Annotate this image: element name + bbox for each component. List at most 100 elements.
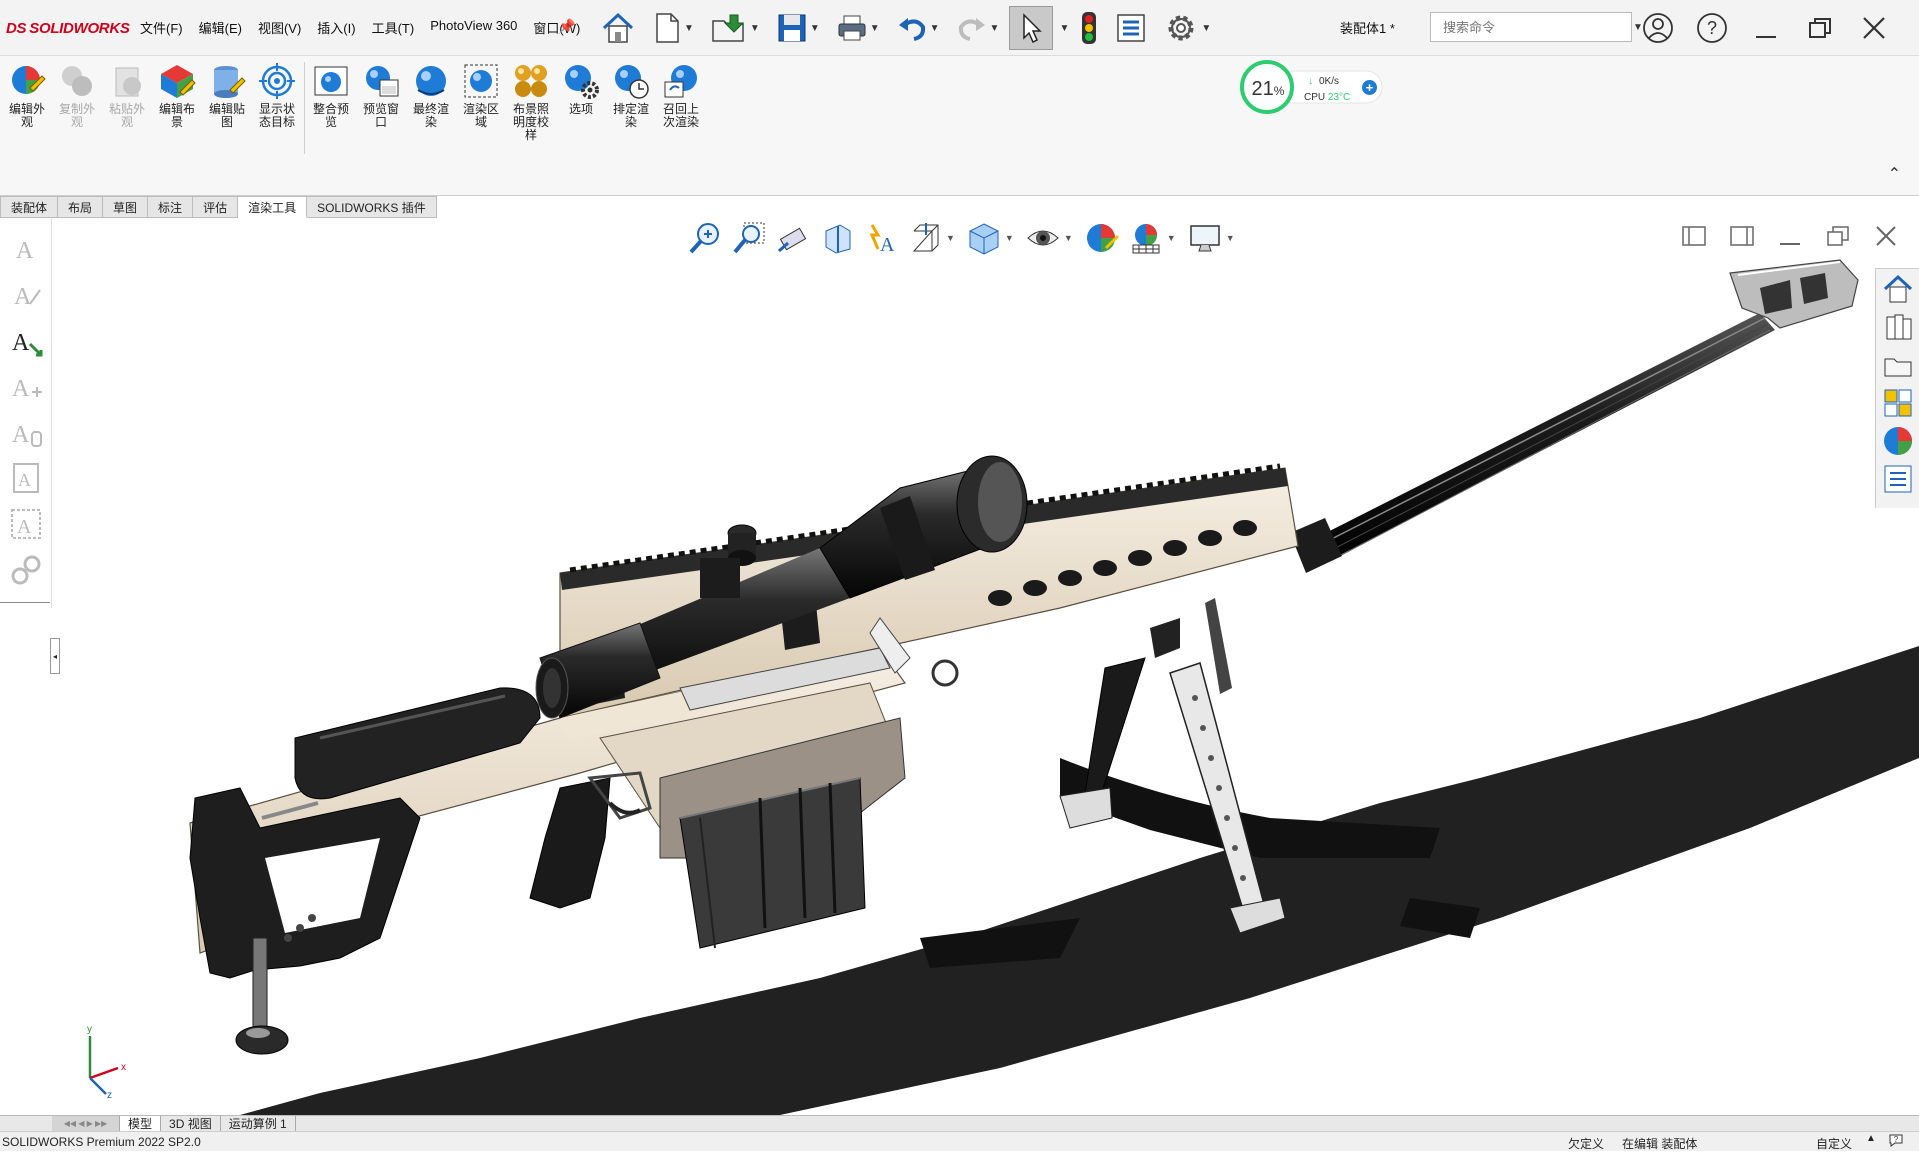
search-input[interactable] (1443, 19, 1619, 35)
zoom-to-fit-button[interactable] (686, 219, 724, 257)
view-orientation-caret-icon[interactable]: ▼ (946, 233, 955, 243)
final-render-button[interactable]: 最终渲染 (408, 62, 454, 129)
cpu-monitor-widget[interactable]: 21% ↓ 0K/s CPU 23°C + (1238, 58, 1388, 116)
integrated-preview-button[interactable]: 整合预览 (308, 62, 354, 129)
tab-evaluate[interactable]: 评估 (193, 196, 239, 218)
hide-show-items-button[interactable] (1024, 219, 1062, 257)
help-button[interactable]: ? (1692, 8, 1732, 48)
schedule-render-button[interactable]: 排定渲染 (608, 62, 654, 129)
minimize-button[interactable] (1746, 8, 1786, 48)
tab-annotation[interactable]: 标注 (148, 196, 194, 218)
tab-motion-study[interactable]: 运动算例 1 (221, 1115, 296, 1132)
task-pane-file-explorer[interactable] (1880, 347, 1916, 383)
display-state-target-button[interactable]: 显示状态目标 (254, 62, 300, 129)
viewport-minimize-icon[interactable] (1777, 224, 1803, 248)
cpu-percent: 21% (1248, 78, 1288, 101)
menu-file[interactable]: 文件(F) (140, 18, 183, 37)
recall-render-button[interactable]: 召回上次渲染 (658, 62, 704, 129)
undo-button[interactable]: ▼ (890, 6, 946, 50)
solidworks-logo[interactable]: DS SOLIDWORKS (6, 16, 130, 40)
render-region-button[interactable]: 渲染区域 (458, 62, 504, 129)
rebuild-button[interactable] (1073, 6, 1105, 50)
tab-assembly[interactable]: 装配体 (0, 196, 59, 218)
command-search[interactable]: ▼ (1430, 12, 1643, 42)
zoom-to-area-button[interactable] (730, 219, 768, 257)
hide-show-caret-icon[interactable]: ▼ (1064, 233, 1073, 243)
tab-layout[interactable]: 布局 (58, 196, 104, 218)
edit-appearance-button[interactable]: 编辑外观 (4, 62, 50, 129)
open-button[interactable]: ▼ (704, 6, 766, 50)
view-settings-caret-icon[interactable]: ▼ (1226, 233, 1235, 243)
menu-insert[interactable]: 插入(I) (317, 18, 355, 37)
view-settings-button[interactable] (1186, 219, 1224, 257)
graphics-area[interactable]: ​ (0, 218, 1919, 1115)
unit-caret-icon[interactable]: ▲ (1866, 1133, 1876, 1144)
options-gear-button[interactable]: ▼ (1157, 6, 1217, 50)
pin-icon[interactable]: 📌 (558, 18, 575, 35)
select-caret-icon[interactable]: ▼ (1059, 23, 1069, 34)
redo-button[interactable]: ▼ (950, 6, 1006, 50)
annotation-a-icon-5[interactable]: A (8, 414, 44, 450)
annotation-a-icon-7[interactable]: A (8, 506, 44, 542)
save-button[interactable]: ▼ (770, 6, 826, 50)
ribbon-label: 预览窗口 (362, 102, 399, 129)
viewport-right-panel-icon[interactable] (1729, 224, 1755, 248)
link-icon[interactable] (8, 552, 44, 588)
tab-3d-views[interactable]: 3D 视图 (161, 1115, 221, 1132)
scene-illumination-button[interactable]: 布景照明度校样 (508, 62, 554, 142)
menu-view[interactable]: 视图(V) (258, 18, 301, 37)
render-options-button[interactable]: 选项 (558, 62, 604, 116)
section-view-button[interactable] (818, 219, 856, 257)
apply-scene-button[interactable] (1127, 219, 1165, 257)
paste-appearance-button[interactable]: 粘贴外观 (104, 62, 150, 129)
display-style-button[interactable] (965, 219, 1003, 257)
svg-text:A: A (880, 234, 895, 255)
account-button[interactable] (1638, 8, 1678, 48)
annotation-a-icon-6[interactable]: A (8, 460, 44, 496)
previous-view-button[interactable] (774, 219, 812, 257)
barrel (1290, 313, 1775, 573)
display-style-caret-icon[interactable]: ▼ (1005, 233, 1014, 243)
unit-system[interactable]: 自定义 (1816, 1135, 1852, 1152)
select-button[interactable] (1009, 6, 1054, 50)
tab-sketch[interactable]: 草图 (103, 196, 149, 218)
plus-icon[interactable]: + (1362, 80, 1377, 95)
rifle-model[interactable]: ​ (0, 218, 1919, 1115)
restore-button[interactable] (1800, 8, 1840, 48)
tab-model[interactable]: 模型 (120, 1115, 162, 1132)
view-orientation-button[interactable] (906, 219, 944, 257)
task-pane-design-library[interactable] (1880, 309, 1916, 345)
new-document-button[interactable]: ▼ (646, 6, 700, 50)
edit-decal-button[interactable]: 编辑贴图 (204, 62, 250, 129)
task-pane-custom-properties[interactable] (1880, 461, 1916, 497)
tab-nav-arrows[interactable]: ◀◀ ◀ ▶ ▶▶ (52, 1115, 120, 1132)
annotation-a-icon-4[interactable]: A (8, 368, 44, 404)
menu-tools[interactable]: 工具(T) (372, 18, 415, 37)
tab-solidworks-addins[interactable]: SOLIDWORKS 插件 (307, 196, 437, 218)
viewport-restore-icon[interactable] (1825, 224, 1851, 248)
annotation-a-icon-2[interactable]: A (8, 276, 44, 312)
panel-toggle-icon[interactable]: ◂ (50, 638, 60, 674)
home-button[interactable] (594, 6, 642, 50)
viewport-close-icon[interactable] (1873, 224, 1899, 248)
task-pane-appearances[interactable] (1880, 423, 1916, 459)
collapse-ribbon-icon[interactable]: ⌃ (1888, 164, 1901, 184)
menu-edit[interactable]: 编辑(E) (199, 18, 242, 37)
edit-scene-button[interactable]: 编辑布景 (154, 62, 200, 129)
dynamic-annotation-button[interactable]: A (862, 219, 900, 257)
copy-appearance-button[interactable]: 复制外观 (54, 62, 100, 129)
close-button[interactable] (1854, 8, 1894, 48)
task-pane-home[interactable] (1880, 271, 1916, 307)
annotation-a-icon-1[interactable]: A (8, 230, 44, 266)
preview-window-button[interactable]: 预览窗口 (358, 62, 404, 129)
task-pane-view-palette[interactable] (1880, 385, 1916, 421)
annotation-a-icon-3[interactable]: A (8, 322, 44, 358)
apply-scene-caret-icon[interactable]: ▼ (1167, 233, 1176, 243)
edit-appearance-hud-button[interactable] (1083, 219, 1121, 257)
print-button[interactable]: ▼ (830, 6, 886, 50)
viewport-left-panel-icon[interactable] (1681, 224, 1707, 248)
menu-photoview[interactable]: PhotoView 360 (430, 18, 517, 37)
file-properties-button[interactable] (1109, 6, 1153, 50)
help-icon[interactable]: ? (1888, 1133, 1904, 1147)
tab-render-tools[interactable]: 渲染工具 (238, 196, 308, 218)
